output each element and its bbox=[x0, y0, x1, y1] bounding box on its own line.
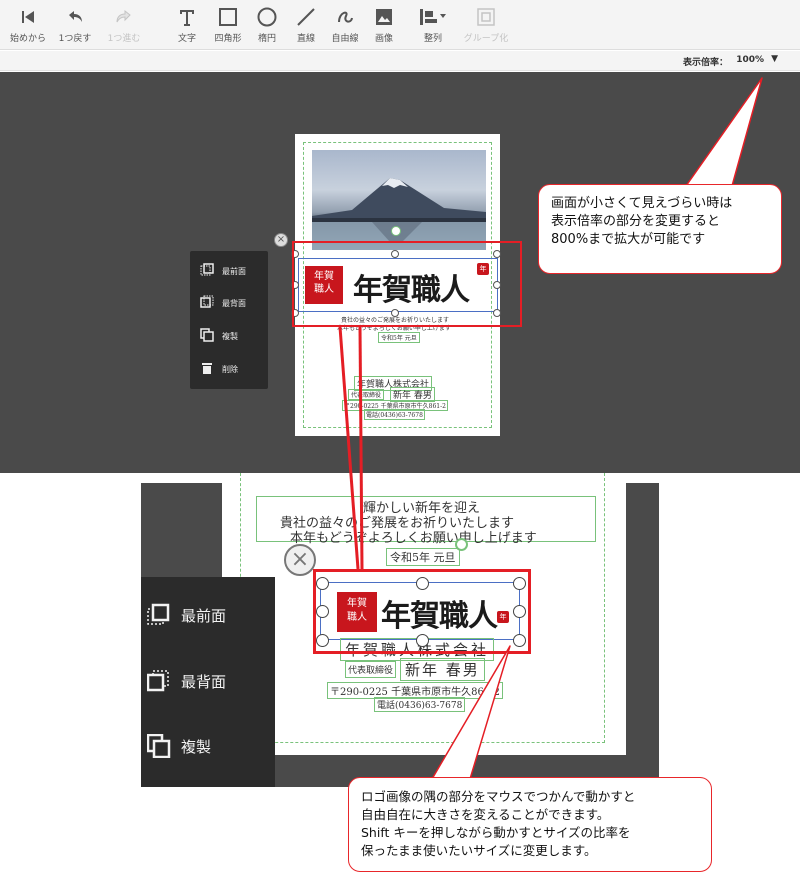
align-button[interactable]: 整列 bbox=[405, 6, 461, 44]
align-icon bbox=[420, 9, 446, 25]
tool-label: グループ化 bbox=[463, 34, 509, 44]
image-icon bbox=[376, 9, 392, 25]
line-icon bbox=[297, 8, 315, 26]
tool-label: 自由線 bbox=[331, 34, 359, 44]
tool-label: 1つ進む bbox=[107, 34, 141, 44]
chevron-down-icon[interactable]: ▼ bbox=[771, 54, 778, 64]
bring-to-front-icon bbox=[147, 603, 170, 625]
group-icon bbox=[477, 8, 495, 26]
context-menu-small: 最前面 最背面 複製 削除 bbox=[190, 251, 268, 389]
tool-label: 始めから bbox=[9, 34, 46, 44]
date-small: 令和5年 元旦 bbox=[378, 332, 420, 343]
zoom-tip-callout: 画面が小さくて見えづらい時は 表示倍率の部分を変更すると 800%まで拡大が可能… bbox=[538, 184, 782, 274]
image-tool-button[interactable]: 画像 bbox=[356, 6, 412, 44]
redo-button[interactable]: 1つ進む bbox=[96, 6, 152, 44]
phone-text: 電話(0436)63-7678 bbox=[374, 697, 466, 712]
send-to-back-icon bbox=[147, 670, 169, 692]
tool-label: 1つ戻す bbox=[58, 34, 92, 44]
menu-item-label: 複製 bbox=[222, 332, 238, 341]
menu-item-label: 最背面 bbox=[181, 673, 227, 691]
zoom-label: 表示倍率： bbox=[682, 58, 728, 68]
context-menu-large: 最前面 最背面 複製 bbox=[141, 577, 275, 787]
menu-item-bring-front[interactable]: 最前面 bbox=[200, 263, 266, 283]
title-label: 代表取締役 bbox=[345, 661, 397, 678]
menu-item-send-back[interactable]: 最背面 bbox=[200, 295, 266, 315]
tool-label: 整列 bbox=[423, 34, 442, 44]
menu-item-duplicate[interactable]: 複製 bbox=[147, 732, 273, 762]
rep-name: 新年 春男 bbox=[400, 658, 485, 681]
zoom-bar: 表示倍率： 100% ▼ bbox=[0, 51, 800, 71]
trash-icon bbox=[202, 363, 212, 374]
group-button[interactable]: グループ化 bbox=[458, 6, 514, 44]
tool-label: 直線 bbox=[296, 34, 315, 44]
tool-label: 四角形 bbox=[214, 34, 242, 44]
freehand-icon bbox=[338, 11, 353, 23]
duplicate-icon bbox=[200, 328, 214, 342]
undo-icon bbox=[69, 11, 82, 22]
undo-button[interactable]: 1つ戻す bbox=[47, 6, 103, 44]
menu-item-delete[interactable]: 削除 bbox=[200, 361, 266, 381]
menu-item-label: 最前面 bbox=[181, 607, 227, 625]
zoom-select[interactable]: 100% bbox=[736, 55, 764, 65]
date-text: 令和5年 元旦 bbox=[386, 548, 460, 566]
duplicate-icon bbox=[147, 734, 171, 758]
title-small: 代表取締役 bbox=[348, 389, 385, 400]
skip-to-start-icon bbox=[22, 11, 34, 23]
menu-item-label: 削除 bbox=[222, 365, 238, 374]
close-icon[interactable]: × bbox=[284, 544, 316, 576]
menu-item-duplicate[interactable]: 複製 bbox=[200, 328, 266, 348]
phone-small: 電話(0436)63-7678 bbox=[364, 409, 425, 420]
menu-item-send-back[interactable]: 最背面 bbox=[147, 667, 273, 697]
text-icon bbox=[180, 10, 194, 26]
menu-item-label: 最背面 bbox=[222, 299, 246, 308]
tool-label: 画像 bbox=[374, 34, 393, 44]
greeting-line-3: 本年もどうぞよろしくお願い申し上げます bbox=[290, 531, 537, 546]
bring-to-front-icon bbox=[200, 263, 214, 276]
menu-item-bring-front[interactable]: 最前面 bbox=[147, 601, 273, 631]
close-icon[interactable]: × bbox=[274, 233, 288, 247]
resize-tip-callout: ロゴ画像の隅の部分をマウスでつかんで動かすと 自由自在に大きさを変えることができ… bbox=[348, 777, 712, 872]
rotate-handle[interactable] bbox=[455, 538, 468, 551]
send-to-back-icon bbox=[200, 295, 214, 308]
tool-label: 楕円 bbox=[257, 34, 276, 44]
highlight-box-small bbox=[292, 241, 522, 327]
toolbar: 始めから 1つ戻す 1つ進む 文字 四角形 楕円 直線 自由線 画像 整列 グル… bbox=[0, 0, 800, 50]
rectangle-icon bbox=[219, 8, 237, 26]
menu-item-label: 複製 bbox=[181, 738, 212, 756]
menu-item-label: 最前面 bbox=[222, 267, 246, 276]
redo-icon bbox=[116, 9, 131, 23]
highlight-box-large bbox=[313, 569, 531, 654]
tool-label: 文字 bbox=[177, 34, 196, 44]
rotate-handle[interactable] bbox=[391, 226, 401, 236]
ellipse-icon bbox=[257, 7, 277, 27]
